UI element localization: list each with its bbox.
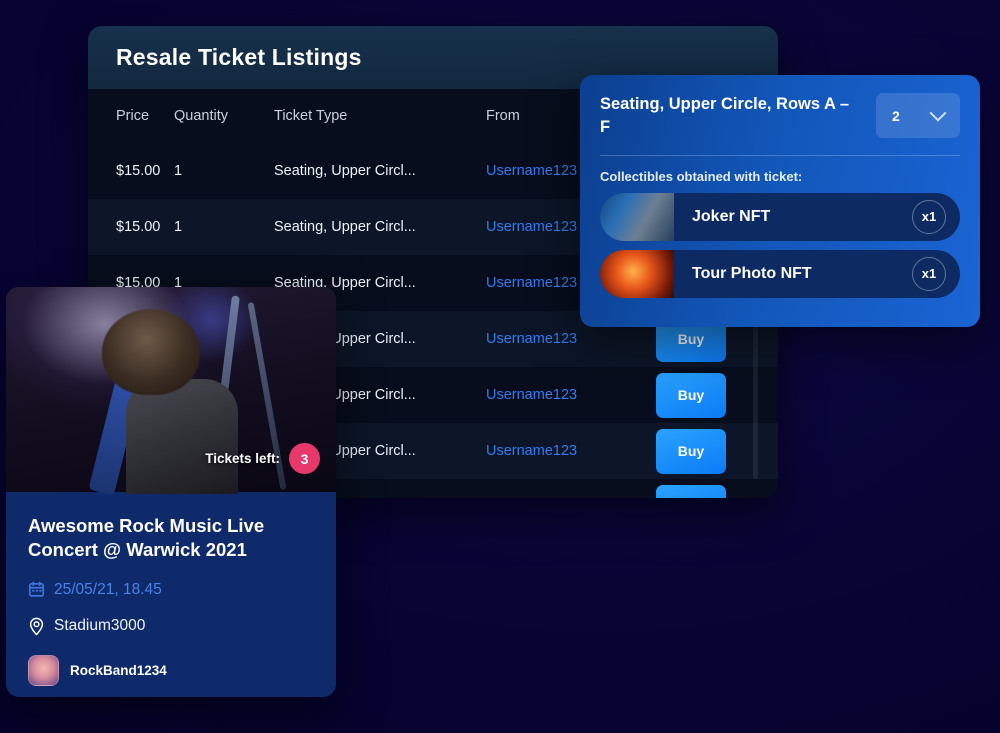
cell-action: Buy xyxy=(656,372,766,418)
collectible-item[interactable]: Joker NFT x1 xyxy=(600,192,960,241)
column-header-type: Ticket Type xyxy=(274,108,348,124)
performer-body-decoration xyxy=(126,379,238,494)
tickets-left-label: Tickets left: xyxy=(205,451,280,466)
cell-type: Seating, Upper Circl... xyxy=(274,163,416,179)
cell-type: Seating, Upper Circl... xyxy=(274,219,416,235)
tickets-left-badge: 3 xyxy=(289,443,320,474)
page-title: Resale Ticket Listings xyxy=(116,44,362,70)
buy-button[interactable]: Buy xyxy=(656,428,726,474)
event-photo: Tickets left: 3 xyxy=(6,287,336,496)
event-card[interactable]: Tickets left: 3 Awesome Rock Music Live … xyxy=(6,287,336,697)
performer-hair-decoration xyxy=(102,309,200,395)
event-date: 25/05/21, 18.45 xyxy=(54,580,162,598)
cell-quantity: 1 xyxy=(174,163,183,179)
popup-header: Seating, Upper Circle, Rows A – F 2 xyxy=(600,93,960,139)
collectible-name: Joker NFT xyxy=(692,207,771,225)
cell-from[interactable]: Username123 xyxy=(486,331,656,347)
event-date-row: 25/05/21, 18.45 xyxy=(28,581,314,599)
popup-divider xyxy=(600,154,960,156)
event-venue-row: Stadium3000 xyxy=(28,617,314,636)
buy-button[interactable]: Buy xyxy=(656,372,726,418)
cell-quantity: 1 xyxy=(174,219,183,235)
cell-action: Buy xyxy=(656,484,766,498)
ticket-detail-popup: Seating, Upper Circle, Rows A – F 2 Coll… xyxy=(580,75,980,327)
avatar xyxy=(28,654,59,686)
tour-photo-nft-thumbnail-icon xyxy=(600,249,674,298)
seat-description: Seating, Upper Circle, Rows A – F xyxy=(600,95,850,136)
collectible-count-badge: x1 xyxy=(912,199,946,234)
cell-action: Buy xyxy=(656,428,766,474)
tickets-left-group: Tickets left: 3 xyxy=(205,443,320,474)
cell-from[interactable]: Username123 xyxy=(486,443,656,459)
quantity-select[interactable]: 2 xyxy=(876,93,960,138)
cell-price: $15.00 xyxy=(116,163,161,179)
event-author-row[interactable]: RockBand1234 xyxy=(28,654,314,686)
event-venue: Stadium3000 xyxy=(54,617,146,635)
calendar-icon xyxy=(28,581,45,598)
buy-button[interactable]: Buy xyxy=(656,484,726,498)
collectible-count-badge: x1 xyxy=(912,256,946,291)
collectible-item[interactable]: Tour Photo NFT x1 xyxy=(600,249,960,298)
cell-price: $15.00 xyxy=(116,219,161,235)
event-title: Awesome Rock Music Live Concert @ Warwic… xyxy=(28,515,265,561)
quantity-value: 2 xyxy=(892,107,900,124)
event-info: Awesome Rock Music Live Concert @ Warwic… xyxy=(6,492,336,686)
column-header-quantity: Quantity xyxy=(174,108,228,124)
collectible-name: Tour Photo NFT xyxy=(692,264,812,282)
joker-nft-thumbnail-icon xyxy=(600,192,674,241)
column-header-price: Price xyxy=(116,108,150,124)
cell-from[interactable]: Username123 xyxy=(486,387,656,403)
author-name: RockBand1234 xyxy=(70,662,167,678)
location-pin-icon xyxy=(29,617,44,636)
collectibles-label: Collectibles obtained with ticket: xyxy=(600,168,803,184)
chevron-down-icon xyxy=(929,104,947,122)
